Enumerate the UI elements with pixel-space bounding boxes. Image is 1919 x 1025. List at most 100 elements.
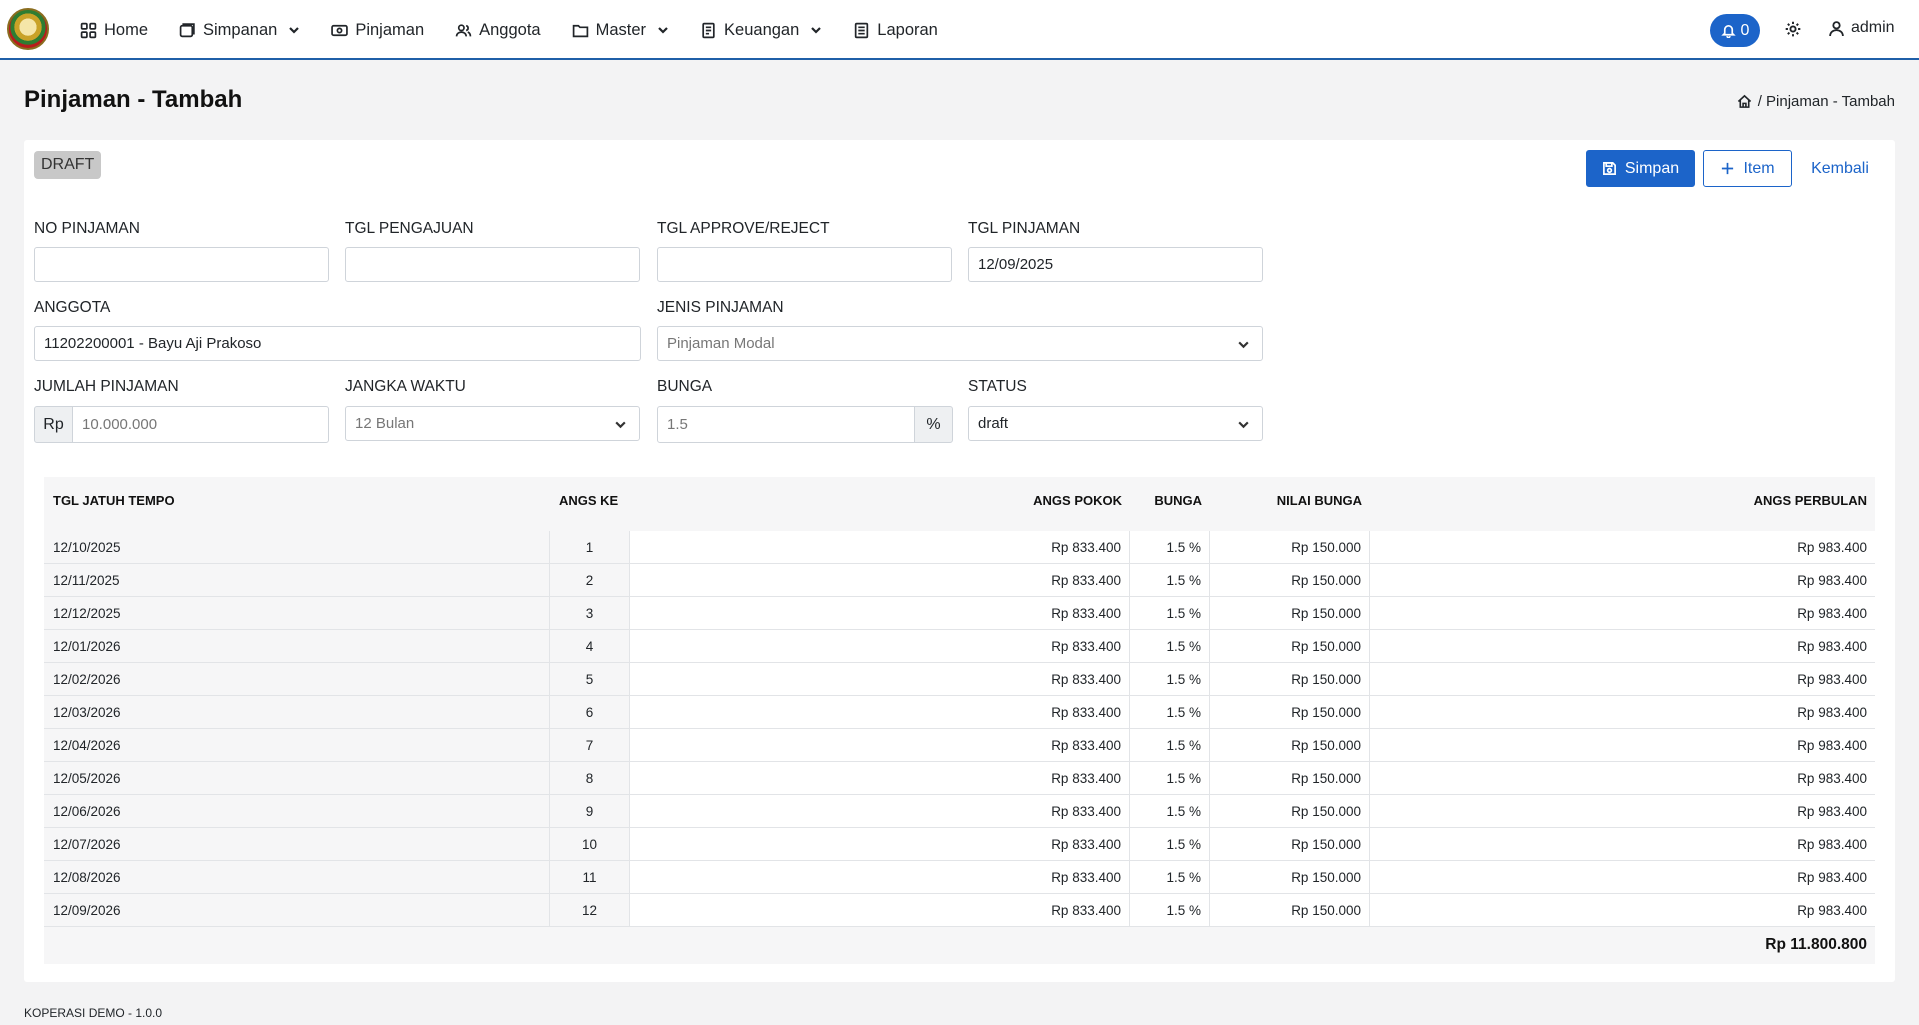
save-button[interactable]: Simpan	[1586, 150, 1695, 187]
table-row: 12/05/2026 8 Rp 833.400 1.5 % Rp 150.000 Rp 9…	[44, 762, 1875, 795]
cell-interest-amount: Rp 150.000	[1210, 795, 1370, 827]
report-icon	[855, 22, 869, 38]
cell-installment-no: 8	[550, 762, 630, 794]
jangka-waktu-value: 12 Bulan	[355, 415, 415, 432]
chevron-down-icon	[811, 27, 822, 34]
cell-monthly-payment: Rp 983.400	[1797, 638, 1867, 654]
nav-item-label: Keuangan	[724, 20, 800, 39]
cell-monthly-payment: Rp 983.400	[1797, 902, 1867, 918]
cell-due-date: 12/06/2026	[44, 795, 550, 827]
cell-due-date: 12/04/2026	[44, 729, 550, 761]
cell-monthly-payment: Rp 983.400	[1797, 737, 1867, 753]
nav-item-anggota[interactable]: Anggota	[455, 20, 541, 40]
cell-interest-amount: Rp 150.000	[1210, 828, 1370, 860]
table-row: 12/07/2026 10 Rp 833.400 1.5 % Rp 150.000 Rp …	[44, 828, 1875, 861]
table-footer: Rp 11.800.800	[44, 927, 1875, 964]
breadcrumb: / Pinjaman - Tambah	[1737, 93, 1895, 110]
nav-item-simpanan[interactable]: Simpanan	[179, 21, 300, 40]
cell-due-date: 12/12/2025	[44, 597, 550, 629]
header-angs-pokok: ANGS POKOK	[1033, 493, 1122, 508]
status-badge: DRAFT	[34, 151, 102, 179]
cell-due-date: 12/03/2026	[44, 696, 550, 728]
table-row: 12/12/2025 3 Rp 833.400 1.5 % Rp 150.000 Rp 9…	[44, 597, 1875, 630]
bunga-field[interactable]: 1.5	[657, 406, 915, 443]
cell-due-date: 12/10/2025	[44, 531, 550, 563]
nav-item-label: Pinjaman	[355, 20, 425, 39]
nav-item-label: Anggota	[479, 20, 541, 39]
cell-monthly-payment: Rp 983.400	[1797, 704, 1867, 720]
cell-principal: Rp 833.400	[630, 828, 1130, 860]
cell-interest-amount: Rp 150.000	[1210, 894, 1370, 926]
plus-icon	[1722, 162, 1734, 175]
cell-interest-rate: 1.5 %	[1130, 795, 1210, 827]
gear-icon	[1785, 21, 1801, 37]
cell-interest-amount: Rp 150.000	[1210, 861, 1370, 893]
cell-principal: Rp 833.400	[630, 597, 1130, 629]
nav-item-home[interactable]: Home	[80, 21, 148, 40]
user-menu[interactable]: admin	[1828, 19, 1895, 37]
cell-interest-amount: Rp 150.000	[1210, 630, 1370, 662]
table-row: 12/02/2026 5 Rp 833.400 1.5 % Rp 150.000 Rp 9…	[44, 663, 1875, 696]
table-row: 12/09/2026 12 Rp 833.400 1.5 % Rp 150.000 Rp …	[44, 894, 1875, 927]
cell-interest-amount: Rp 150.000	[1210, 597, 1370, 629]
table-row: 12/08/2026 11 Rp 833.400 1.5 % Rp 150.000 Rp …	[44, 861, 1875, 894]
tgl-pinjaman-label: TGL PINJAMAN	[968, 220, 1081, 237]
cell-installment-no: 4	[550, 630, 630, 662]
add-item-button[interactable]: Item	[1703, 150, 1792, 187]
save-icon	[1602, 162, 1616, 175]
cell-installment-no: 11	[550, 861, 630, 893]
cell-monthly-payment: Rp 983.400	[1797, 605, 1867, 621]
nav-item-pinjaman[interactable]: Pinjaman	[331, 21, 424, 40]
cell-interest-rate: 1.5 %	[1130, 696, 1210, 728]
cell-installment-no: 3	[550, 597, 630, 629]
back-button[interactable]: Kembali	[1800, 150, 1880, 187]
installment-table: TGL JATUH TEMPO ANGS KE ANGS POKOK BUNGA…	[44, 477, 1875, 964]
cell-principal: Rp 833.400	[630, 630, 1130, 662]
home-icon[interactable]	[1737, 94, 1752, 109]
notification-button[interactable]: 0	[1710, 14, 1760, 47]
main-menu: Home Simpanan Pinjaman Anggota Master Ke…	[80, 0, 969, 60]
chevron-down-icon	[615, 421, 626, 429]
wallet-icon	[179, 22, 195, 37]
cell-interest-rate: 1.5 %	[1130, 597, 1210, 629]
jangka-waktu-select[interactable]: 12 Bulan	[345, 406, 640, 441]
nav-item-keuangan[interactable]: Keuangan	[700, 21, 822, 40]
koperasi-logo[interactable]	[7, 8, 49, 50]
cell-principal: Rp 833.400	[630, 663, 1130, 695]
nav-item-label: Master	[595, 20, 647, 39]
jumlah-pinjaman-field[interactable]: 10.000.000	[72, 406, 329, 443]
nav-item-laporan[interactable]: Laporan	[853, 21, 938, 40]
table-body: 12/10/2025 1 Rp 833.400 1.5 % Rp 150.000 Rp 9…	[44, 531, 1875, 927]
cell-due-date: 12/02/2026	[44, 663, 550, 695]
cell-interest-rate: 1.5 %	[1130, 861, 1210, 893]
no-pinjaman-field[interactable]	[34, 247, 329, 282]
tgl-pinjaman-field[interactable]: 12/09/2025	[968, 247, 1263, 282]
cell-monthly-payment: Rp 983.400	[1797, 671, 1867, 687]
jenis-pinjaman-select[interactable]: Pinjaman Modal	[657, 326, 1263, 361]
breadcrumb-current: / Pinjaman - Tambah	[1757, 93, 1895, 110]
cell-due-date: 12/09/2026	[44, 894, 550, 926]
cell-interest-rate: 1.5 %	[1130, 663, 1210, 695]
cell-interest-amount: Rp 150.000	[1210, 564, 1370, 596]
cell-principal: Rp 833.400	[630, 729, 1130, 761]
cell-due-date: 12/05/2026	[44, 762, 550, 794]
cell-interest-amount: Rp 150.000	[1210, 729, 1370, 761]
cell-interest-rate: 1.5 %	[1130, 762, 1210, 794]
cell-due-date: 12/11/2025	[44, 564, 550, 596]
nav-item-master[interactable]: Master	[572, 21, 669, 40]
tgl-approve-field[interactable]	[657, 247, 952, 282]
table-row: 12/11/2025 2 Rp 833.400 1.5 % Rp 150.000 Rp 9…	[44, 564, 1875, 597]
settings-button[interactable]	[1784, 20, 1802, 38]
tgl-pengajuan-field[interactable]	[345, 247, 640, 282]
users-icon	[455, 23, 472, 36]
status-select[interactable]: draft	[968, 406, 1263, 441]
nav-item-label: Simpanan	[203, 20, 278, 39]
jenis-pinjaman-value: Pinjaman Modal	[667, 335, 775, 352]
jangka-waktu-label: JANGKA WAKTU	[345, 378, 466, 395]
chevron-down-icon	[1238, 341, 1249, 349]
chevron-down-icon	[658, 27, 668, 34]
anggota-field[interactable]: 11202200001 - Bayu Aji Prakoso	[34, 326, 641, 361]
cell-due-date: 12/01/2026	[44, 630, 550, 662]
header-angs-perbulan: ANGS PERBULAN	[1753, 493, 1867, 508]
table-row: 12/10/2025 1 Rp 833.400 1.5 % Rp 150.000 Rp 9…	[44, 531, 1875, 564]
